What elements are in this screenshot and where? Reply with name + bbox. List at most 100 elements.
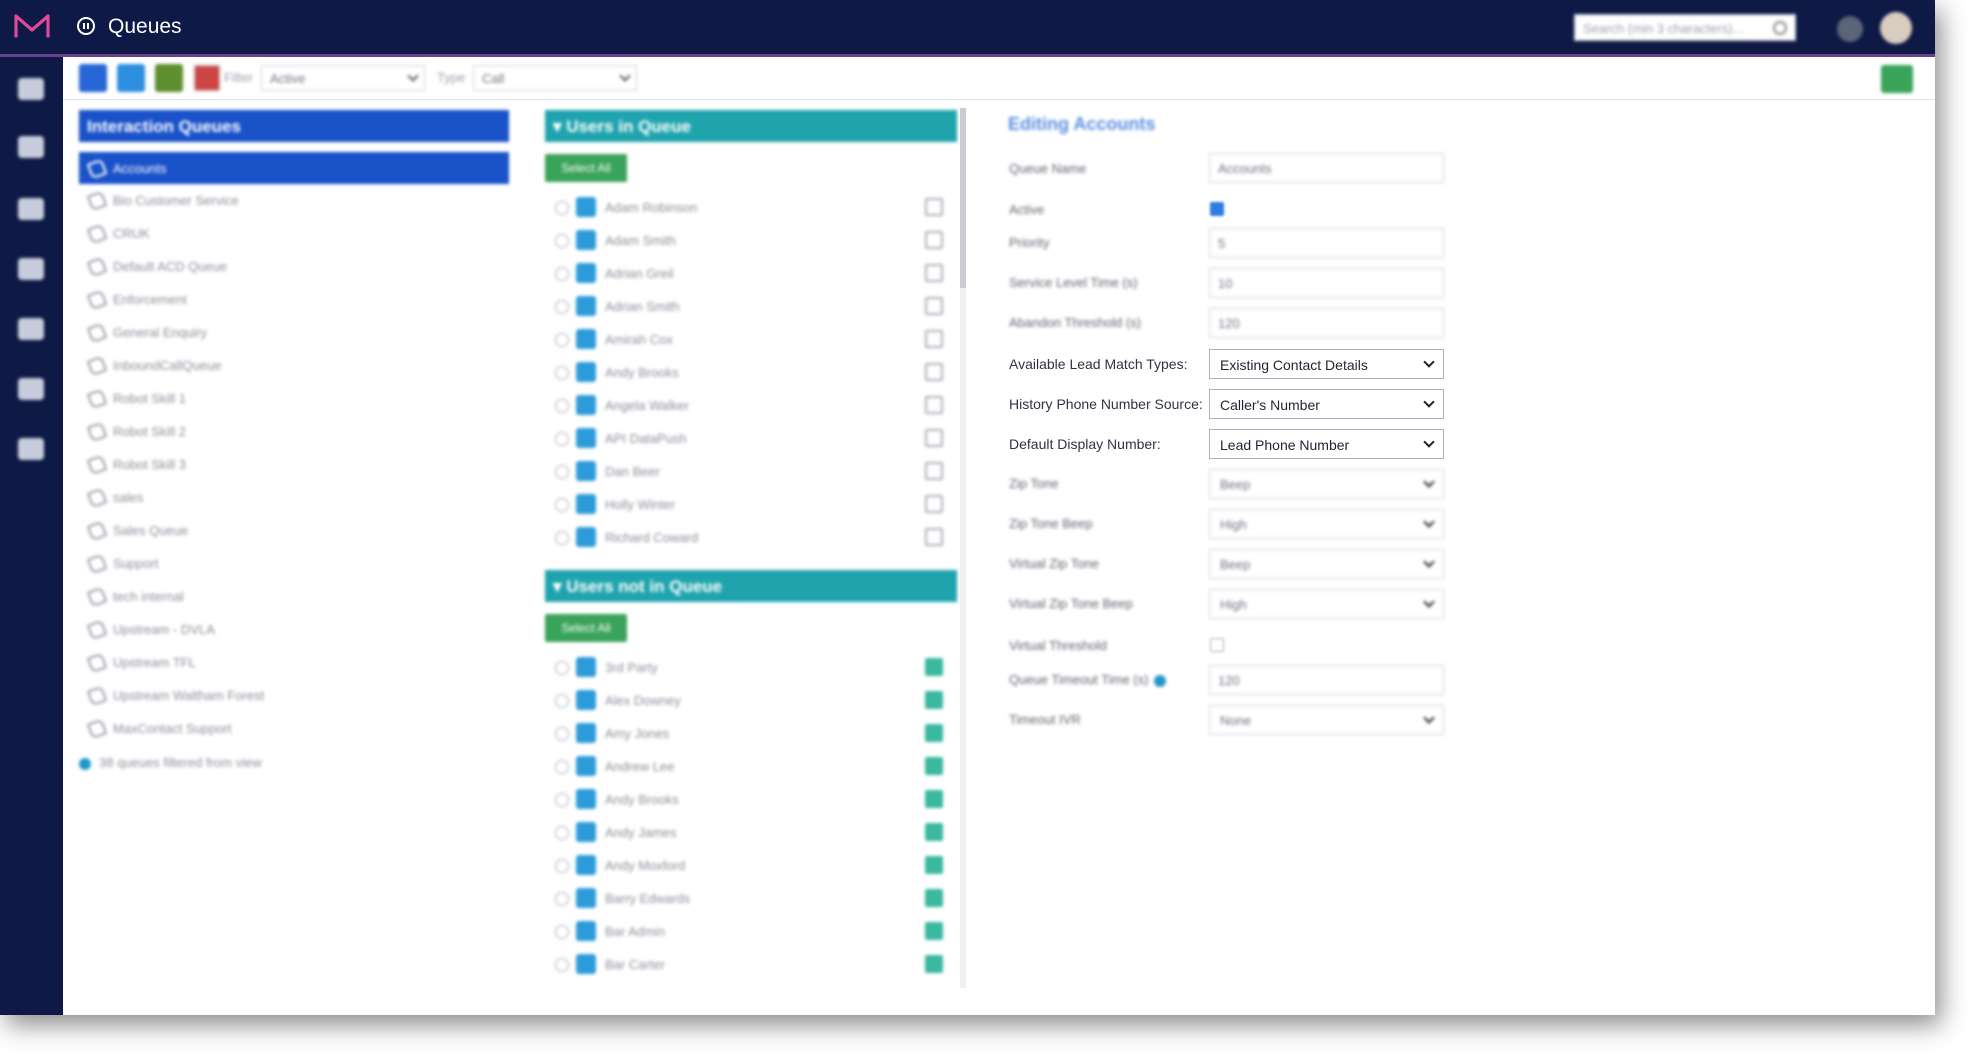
user-radio[interactable] (555, 892, 569, 906)
maxcontact-logo[interactable] (14, 12, 50, 40)
home-icon[interactable] (18, 78, 44, 100)
user-checkbox[interactable] (576, 756, 596, 776)
queue-list-item[interactable]: Support (79, 547, 509, 580)
user-radio[interactable] (555, 498, 569, 512)
zip-tone-beep-select[interactable]: High (1209, 509, 1444, 539)
zip-tone-select[interactable]: Beep (1209, 469, 1444, 499)
user-row[interactable]: Bar Admin (545, 914, 945, 947)
user-row[interactable]: Adrian Smith (545, 289, 945, 322)
contacts-icon[interactable] (18, 318, 44, 340)
user-row[interactable]: Barry Edwards (545, 881, 945, 914)
add-user-icon[interactable] (925, 889, 943, 907)
user-row[interactable]: Andy Brooks (545, 355, 945, 388)
virtual-zip-tone-select[interactable]: Beep (1209, 549, 1444, 579)
type-select[interactable]: Call (473, 65, 637, 91)
user-radio[interactable] (555, 859, 569, 873)
search-input[interactable]: Search (min 3 characters)... (1574, 14, 1796, 41)
user-radio[interactable] (555, 661, 569, 675)
users-in-queue-header[interactable]: ▾ Users in Queue (545, 110, 957, 142)
add-user-icon[interactable] (925, 724, 943, 742)
users-scrollbar[interactable] (960, 108, 966, 988)
add-user-icon[interactable] (925, 658, 943, 676)
queue-list-item[interactable]: Upstream - DVLA (79, 613, 509, 646)
user-radio[interactable] (555, 925, 569, 939)
reports-icon[interactable] (18, 378, 44, 400)
queue-list-item[interactable]: Enforcement (79, 283, 509, 316)
user-radio[interactable] (555, 366, 569, 380)
user-row[interactable]: Bar Carter (545, 947, 945, 980)
user-row[interactable]: Adam Smith (545, 223, 945, 256)
virtual-zip-tone-beep-select[interactable]: High (1209, 589, 1444, 619)
user-checkbox[interactable] (576, 822, 596, 842)
user-row[interactable]: Richard Coward (545, 520, 945, 553)
user-checkbox[interactable] (576, 296, 596, 316)
filter-select[interactable]: Active (261, 65, 425, 91)
user-checkbox[interactable] (576, 461, 596, 481)
user-row[interactable]: Angela Walker (545, 388, 945, 421)
remove-user-icon[interactable] (925, 495, 943, 513)
search-icon[interactable] (1773, 21, 1787, 35)
user-radio[interactable] (555, 399, 569, 413)
lead-match-select[interactable]: Existing Contact Details (1209, 349, 1444, 379)
virtual-threshold-checkbox[interactable] (1210, 638, 1224, 652)
user-checkbox[interactable] (576, 723, 596, 743)
user-row[interactable]: Holly Winter (545, 487, 945, 520)
avatar[interactable] (1880, 12, 1912, 44)
remove-user-icon[interactable] (925, 396, 943, 414)
priority-input[interactable]: 5 (1209, 228, 1444, 258)
user-checkbox[interactable] (576, 888, 596, 908)
add-user-icon[interactable] (925, 955, 943, 973)
add-user-icon[interactable] (925, 790, 943, 808)
user-radio[interactable] (555, 465, 569, 479)
add-user-icon[interactable] (925, 856, 943, 874)
user-radio[interactable] (555, 432, 569, 446)
copy-queue-button[interactable] (117, 64, 145, 92)
queue-list-item[interactable]: Default ACD Queue (79, 250, 509, 283)
delete-queue-button[interactable] (193, 64, 221, 92)
user-row[interactable]: Alex Downey (545, 683, 945, 716)
add-user-icon[interactable] (925, 691, 943, 709)
active-checkbox[interactable] (1210, 202, 1224, 216)
queue-list-item[interactable]: Sales Queue (79, 514, 509, 547)
add-user-icon[interactable] (925, 757, 943, 775)
queue-list-item[interactable]: sales (79, 481, 509, 514)
user-checkbox[interactable] (576, 954, 596, 974)
queue-list-item[interactable]: MaxContact Support (79, 712, 509, 745)
queue-list-item[interactable]: Accounts (79, 152, 509, 184)
queue-list-item[interactable]: Robot Skill 1 (79, 382, 509, 415)
queue-list-item[interactable]: Upstream TFL (79, 646, 509, 679)
queue-list-item[interactable]: CRUK (79, 217, 509, 250)
select-all-not-in-queue-button[interactable]: Select All (545, 614, 627, 642)
remove-user-icon[interactable] (925, 429, 943, 447)
user-checkbox[interactable] (576, 329, 596, 349)
user-radio[interactable] (555, 531, 569, 545)
user-checkbox[interactable] (576, 855, 596, 875)
remove-user-icon[interactable] (925, 264, 943, 282)
remove-user-icon[interactable] (925, 363, 943, 381)
user-checkbox[interactable] (576, 395, 596, 415)
abandon-threshold-input[interactable]: 120 (1209, 308, 1444, 338)
user-radio[interactable] (555, 267, 569, 281)
queue-list-item[interactable]: Bio Customer Service (79, 184, 509, 217)
user-row[interactable]: Adrian Greil (545, 256, 945, 289)
user-row[interactable]: API DataPush (545, 421, 945, 454)
user-radio[interactable] (555, 201, 569, 215)
user-radio[interactable] (555, 694, 569, 708)
save-button[interactable] (1881, 65, 1913, 93)
service-level-input[interactable]: 10 (1209, 268, 1444, 298)
queue-list-item[interactable]: InboundCallQueue (79, 349, 509, 382)
queue-list-item[interactable]: Robot Skill 2 (79, 415, 509, 448)
remove-user-icon[interactable] (925, 330, 943, 348)
user-row[interactable]: Andrew Lee (545, 749, 945, 782)
remove-user-icon[interactable] (925, 462, 943, 480)
display-number-select[interactable]: Lead Phone Number (1209, 429, 1444, 459)
scrollbar-thumb[interactable] (960, 108, 966, 288)
user-radio[interactable] (555, 958, 569, 972)
grid-icon[interactable] (18, 136, 44, 158)
user-radio[interactable] (555, 760, 569, 774)
user-row[interactable]: 3rd Party (545, 650, 945, 683)
user-row[interactable]: Amirah Cox (545, 322, 945, 355)
user-radio[interactable] (555, 333, 569, 347)
user-row[interactable]: Adam Robinson (545, 190, 945, 223)
user-row[interactable]: Dan Beer (545, 454, 945, 487)
